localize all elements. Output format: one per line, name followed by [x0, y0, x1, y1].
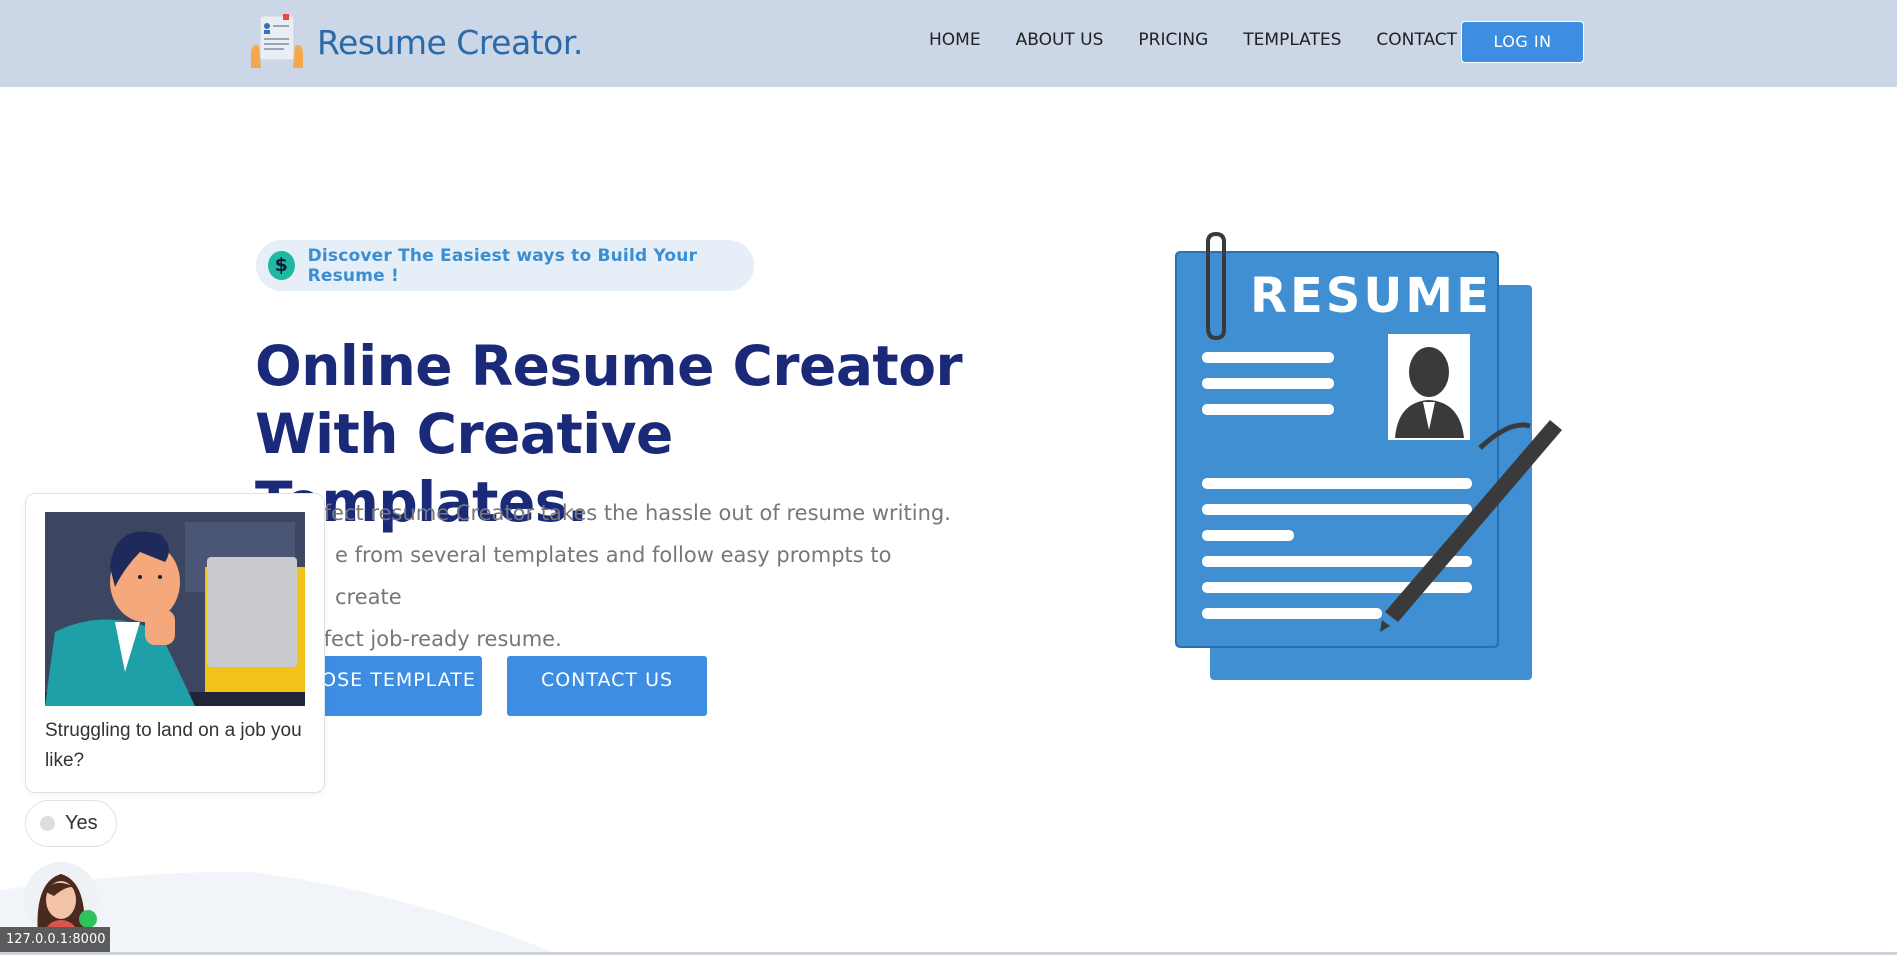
online-status-indicator [79, 910, 97, 928]
contact-us-button[interactable]: CONTACT US [507, 656, 707, 716]
brand-logo[interactable]: Resume Creator. [247, 12, 583, 72]
hero-description: rfect resume Creator takes the hassle ou… [255, 492, 955, 660]
desc-line-2: e from several templates and follow easy… [335, 543, 892, 609]
dollar-icon: $ [268, 251, 295, 280]
radio-dot-icon [40, 816, 55, 831]
brand-name: Resume Creator. [317, 22, 583, 62]
nav-templates[interactable]: TEMPLATES [1243, 30, 1341, 50]
nav-about-us[interactable]: ABOUT US [1016, 30, 1104, 50]
struggling-man-illustration [45, 512, 305, 706]
chat-popup: Struggling to land on a job you like? [25, 493, 325, 793]
yes-label: Yes [65, 812, 98, 834]
resume-logo-icon [251, 14, 303, 68]
chat-question: Struggling to land on a job you like? [45, 720, 302, 771]
bottom-wave [0, 871, 560, 955]
status-bar-url: 127.0.0.1:8000 [0, 927, 110, 953]
nav-pricing[interactable]: PRICING [1138, 30, 1208, 50]
resume-illustration: RESUME [1175, 231, 1562, 680]
main-nav: HOME ABOUT US PRICING TEMPLATES CONTACT [929, 30, 1492, 50]
pill-text: Discover The Easiest ways to Build Your … [307, 245, 698, 286]
resume-title: RESUME [1250, 268, 1492, 324]
top-navbar: Resume Creator. HOME ABOUT US PRICING TE… [0, 0, 1897, 87]
yes-button[interactable]: Yes [25, 800, 117, 847]
login-button[interactable]: LOG IN [1461, 21, 1584, 63]
headline-line-1: Online Resume Creator [255, 334, 963, 398]
discover-pill: $ Discover The Easiest ways to Build You… [256, 240, 754, 291]
nav-contact[interactable]: CONTACT [1376, 30, 1457, 50]
desc-line-3: rfect job-ready resume. [315, 627, 562, 651]
nav-home[interactable]: HOME [929, 30, 981, 50]
desc-line-1: rfect resume Creator takes the hassle ou… [315, 501, 951, 525]
